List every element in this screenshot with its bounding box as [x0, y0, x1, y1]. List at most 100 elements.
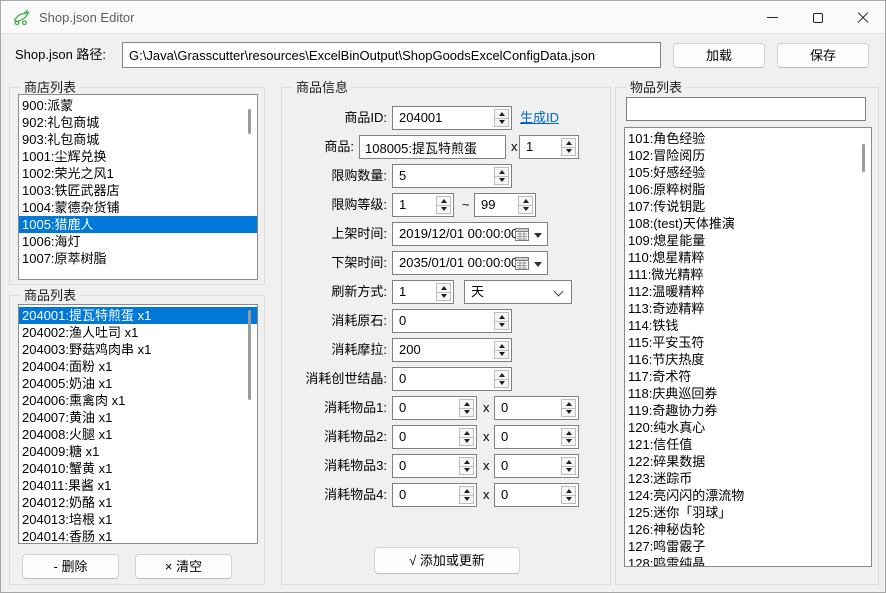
list-item[interactable]: 122:碎果数据: [625, 453, 871, 470]
goods-count-spinner[interactable]: 1: [519, 135, 579, 159]
list-item[interactable]: 1004:蒙德杂货铺: [19, 199, 257, 216]
list-item[interactable]: 902:礼包商城: [19, 114, 257, 131]
limit-count-spinner[interactable]: 5: [392, 164, 512, 188]
path-input[interactable]: [122, 42, 661, 68]
spinner-arrows-icon[interactable]: [561, 486, 576, 504]
generate-id-link[interactable]: 生成ID: [520, 106, 559, 130]
spinner-arrows-icon[interactable]: [494, 167, 509, 185]
cost-item2-count-spinner[interactable]: 0: [494, 425, 579, 449]
close-button[interactable]: [840, 1, 885, 34]
spinner-arrows-icon[interactable]: [459, 486, 474, 504]
list-item[interactable]: 118:庆典巡回券: [625, 385, 871, 402]
limit-level-min-spinner[interactable]: 1: [392, 193, 454, 217]
spinner-arrows-icon[interactable]: [494, 341, 509, 359]
goods-list-scrollbar[interactable]: [248, 310, 251, 400]
clear-goods-button[interactable]: × 清空: [135, 554, 232, 579]
cost-mora-spinner[interactable]: 200: [392, 338, 512, 362]
item-search-input[interactable]: [626, 97, 866, 121]
list-item[interactable]: 204011:果酱 x1: [19, 477, 257, 494]
list-item[interactable]: 119:奇趣协力券: [625, 402, 871, 419]
spinner-arrows-icon[interactable]: [561, 399, 576, 417]
list-item[interactable]: 101:角色经验: [625, 130, 871, 147]
list-item[interactable]: 109:熄星能量: [625, 232, 871, 249]
limit-level-max-spinner[interactable]: 99: [474, 193, 536, 217]
dropdown-arrow-icon[interactable]: [534, 262, 542, 267]
list-item[interactable]: 204012:奶酪 x1: [19, 494, 257, 511]
item-list-scrollbar[interactable]: [862, 144, 865, 172]
list-item[interactable]: 204013:培根 x1: [19, 511, 257, 528]
list-item[interactable]: 113:奇迹精粹: [625, 300, 871, 317]
list-item[interactable]: 204005:奶油 x1: [19, 375, 257, 392]
delete-goods-button[interactable]: - 删除: [22, 554, 119, 579]
shop-listbox[interactable]: 900:派蒙902:礼包商城903:礼包商城1001:尘辉兑换1002:荣光之风…: [18, 94, 258, 280]
cost-item3-count-spinner[interactable]: 0: [494, 454, 579, 478]
list-item[interactable]: 117:奇术符: [625, 368, 871, 385]
list-item[interactable]: 204002:渔人吐司 x1: [19, 324, 257, 341]
list-item[interactable]: 204014:香肠 x1: [19, 528, 257, 544]
list-item[interactable]: 116:节庆热度: [625, 351, 871, 368]
list-item[interactable]: 128:鸣雷纯晶: [625, 555, 871, 567]
list-item[interactable]: 1003:铁匠武器店: [19, 182, 257, 199]
save-button[interactable]: 保存: [777, 43, 869, 68]
begin-time-picker[interactable]: 2019/12/01 00:00:00: [392, 222, 548, 246]
list-item[interactable]: 124:亮闪闪的漂流物: [625, 487, 871, 504]
spinner-arrows-icon[interactable]: [518, 196, 533, 214]
list-item[interactable]: 111:微光精粹: [625, 266, 871, 283]
list-item[interactable]: 112:温暖精粹: [625, 283, 871, 300]
list-item[interactable]: 127:鸣雷霰子: [625, 538, 871, 555]
list-item[interactable]: 120:纯水真心: [625, 419, 871, 436]
cost-crystal-spinner[interactable]: 0: [392, 367, 512, 391]
list-item[interactable]: 204008:火腿 x1: [19, 426, 257, 443]
list-item[interactable]: 1006:海灯: [19, 233, 257, 250]
spinner-arrows-icon[interactable]: [494, 312, 509, 330]
list-item[interactable]: 1002:荣光之风1: [19, 165, 257, 182]
list-item[interactable]: 903:礼包商城: [19, 131, 257, 148]
spinner-arrows-icon[interactable]: [436, 283, 451, 301]
refresh-unit-combobox[interactable]: 天: [464, 280, 572, 304]
end-time-picker[interactable]: 2035/01/01 00:00:00: [392, 251, 548, 275]
cost-item1-id-spinner[interactable]: 0: [392, 396, 477, 420]
shop-list-scrollbar[interactable]: [248, 109, 251, 134]
list-item[interactable]: 108:(test)天体推演: [625, 215, 871, 232]
spinner-arrows-icon[interactable]: [459, 399, 474, 417]
maximize-button[interactable]: [795, 1, 840, 34]
spinner-arrows-icon[interactable]: [561, 457, 576, 475]
cost-item3-id-spinner[interactable]: 0: [392, 454, 477, 478]
minimize-button[interactable]: [750, 1, 795, 34]
spinner-arrows-icon[interactable]: [436, 196, 451, 214]
list-item[interactable]: 107:传说钥匙: [625, 198, 871, 215]
list-item[interactable]: 1005:猎鹿人: [19, 216, 257, 233]
goods-value-input[interactable]: [359, 135, 506, 159]
list-item[interactable]: 204007:黄油 x1: [19, 409, 257, 426]
item-listbox[interactable]: 101:角色经验102:冒险阅历105:好感经验106:原粹树脂107:传说钥匙…: [624, 127, 872, 567]
list-item[interactable]: 115:平安玉符: [625, 334, 871, 351]
spinner-arrows-icon[interactable]: [561, 428, 576, 446]
list-item[interactable]: 123:迷踪币: [625, 470, 871, 487]
load-button[interactable]: 加载: [673, 43, 765, 68]
spinner-arrows-icon[interactable]: [494, 109, 509, 127]
list-item[interactable]: 106:原粹树脂: [625, 181, 871, 198]
cost-item4-id-spinner[interactable]: 0: [392, 483, 477, 507]
list-item[interactable]: 125:迷你「羽球」: [625, 504, 871, 521]
list-item[interactable]: 1001:尘辉兑换: [19, 148, 257, 165]
cost-item2-id-spinner[interactable]: 0: [392, 425, 477, 449]
spinner-arrows-icon[interactable]: [459, 428, 474, 446]
add-or-update-button[interactable]: √ 添加或更新: [374, 547, 520, 574]
list-item[interactable]: 121:信任值: [625, 436, 871, 453]
list-item[interactable]: 204001:提瓦特煎蛋 x1: [19, 307, 257, 324]
list-item[interactable]: 204006:熏禽肉 x1: [19, 392, 257, 409]
spinner-arrows-icon[interactable]: [494, 370, 509, 388]
list-item[interactable]: 1007:原萃树脂: [19, 250, 257, 267]
goods-id-spinner[interactable]: 204001: [392, 106, 512, 130]
list-item[interactable]: 204009:糖 x1: [19, 443, 257, 460]
goods-listbox[interactable]: 204001:提瓦特煎蛋 x1204002:渔人吐司 x1204003:野菇鸡肉…: [18, 304, 258, 544]
cost-primogem-spinner[interactable]: 0: [392, 309, 512, 333]
list-item[interactable]: 102:冒险阅历: [625, 147, 871, 164]
list-item[interactable]: 204003:野菇鸡肉串 x1: [19, 341, 257, 358]
list-item[interactable]: 114:铁钱: [625, 317, 871, 334]
list-item[interactable]: 204010:蟹黄 x1: [19, 460, 257, 477]
spinner-arrows-icon[interactable]: [561, 138, 576, 156]
refresh-value-spinner[interactable]: 1: [392, 280, 454, 304]
list-item[interactable]: 110:熄星精粹: [625, 249, 871, 266]
cost-item1-count-spinner[interactable]: 0: [494, 396, 579, 420]
